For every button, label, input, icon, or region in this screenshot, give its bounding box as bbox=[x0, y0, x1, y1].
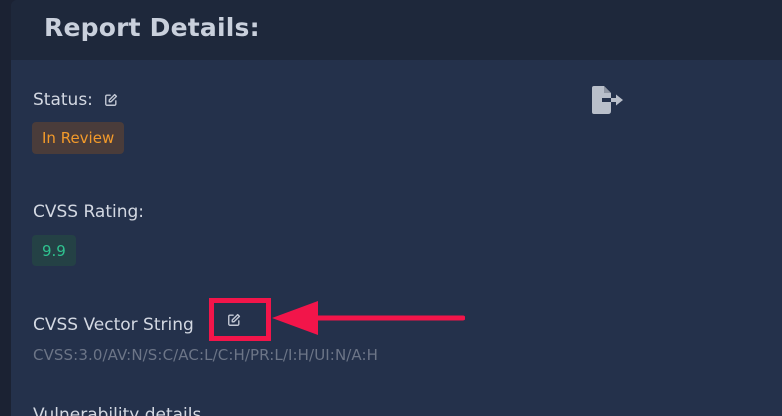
status-label: Status: bbox=[33, 90, 93, 110]
next-section-label: Vulnerability details bbox=[33, 405, 202, 416]
highlight-box bbox=[209, 298, 271, 341]
page-title: Report Details: bbox=[44, 13, 260, 42]
status-edit-icon[interactable] bbox=[104, 93, 118, 107]
status-badge: In Review bbox=[32, 122, 125, 154]
pointer-arrow bbox=[272, 301, 465, 335]
cvss-rating-label: CVSS Rating: bbox=[33, 202, 145, 222]
file-export-icon[interactable] bbox=[590, 86, 624, 114]
cvss-vector-value: CVSS:3.0/AV:N/S:C/AC:L/C:H/PR:L/I:H/UI:N… bbox=[33, 346, 379, 364]
cvss-rating-badge: 9.9 bbox=[32, 235, 76, 266]
page: Report Details: Status: In Review CVSS R… bbox=[0, 0, 782, 416]
cvss-vector-label: CVSS Vector String bbox=[33, 315, 194, 335]
